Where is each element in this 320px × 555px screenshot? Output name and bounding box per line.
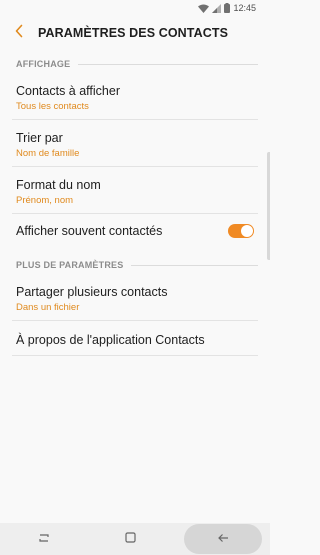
divider: [12, 355, 258, 356]
divider: [12, 166, 258, 167]
divider: [12, 119, 258, 120]
signal-icon: [212, 3, 222, 13]
section-divider: [78, 63, 258, 65]
back-nav-button[interactable]: [184, 524, 262, 554]
app-bar: PARAMÈTRES DES CONTACTS: [0, 16, 270, 50]
divider: [12, 320, 258, 321]
setting-sort-by[interactable]: Trier par Nom de famille: [0, 131, 270, 159]
setting-value: Nom de famille: [16, 148, 80, 159]
section-label: PLUS DE PARAMÈTRES: [16, 260, 124, 270]
chevron-left-icon: [14, 24, 24, 43]
recent-apps-button[interactable]: [0, 523, 87, 555]
divider: [12, 213, 258, 214]
setting-title: À propos de l'application Contacts: [16, 333, 205, 347]
setting-name-format[interactable]: Format du nom Prénom, nom: [0, 178, 270, 206]
setting-about-app[interactable]: À propos de l'application Contacts: [0, 333, 270, 347]
home-button[interactable]: [87, 523, 174, 555]
back-arrow-icon: [217, 530, 229, 548]
frequent-contacts-toggle[interactable]: [228, 224, 254, 238]
back-button[interactable]: [2, 16, 36, 50]
setting-title: Format du nom: [16, 178, 101, 192]
section-divider: [131, 264, 258, 266]
section-header-more: PLUS DE PARAMÈTRES: [16, 257, 258, 273]
nav-bar: [0, 523, 270, 555]
setting-value: Prénom, nom: [16, 195, 74, 206]
edge-panel-handle[interactable]: [267, 152, 270, 260]
wifi-icon: [198, 4, 210, 13]
setting-title: Afficher souvent contactés: [16, 224, 163, 238]
setting-title: Trier par: [16, 131, 63, 145]
status-time: 12:45: [233, 3, 256, 13]
home-icon: [125, 530, 136, 548]
recent-apps-icon: [38, 530, 50, 548]
setting-contacts-to-show[interactable]: Contacts à afficher Tous les contacts: [0, 84, 270, 112]
toggle-knob: [241, 225, 253, 237]
page-title: PARAMÈTRES DES CONTACTS: [38, 26, 229, 40]
section-header-display: AFFICHAGE: [16, 56, 258, 72]
status-bar: 12:45: [0, 0, 270, 16]
setting-title: Contacts à afficher: [16, 84, 120, 98]
setting-share-contacts[interactable]: Partager plusieurs contacts Dans un fich…: [0, 285, 270, 313]
section-label: AFFICHAGE: [16, 59, 71, 69]
setting-title: Partager plusieurs contacts: [16, 285, 168, 299]
battery-icon: [224, 3, 231, 13]
setting-value: Tous les contacts: [16, 101, 89, 112]
setting-value: Dans un fichier: [16, 302, 80, 313]
